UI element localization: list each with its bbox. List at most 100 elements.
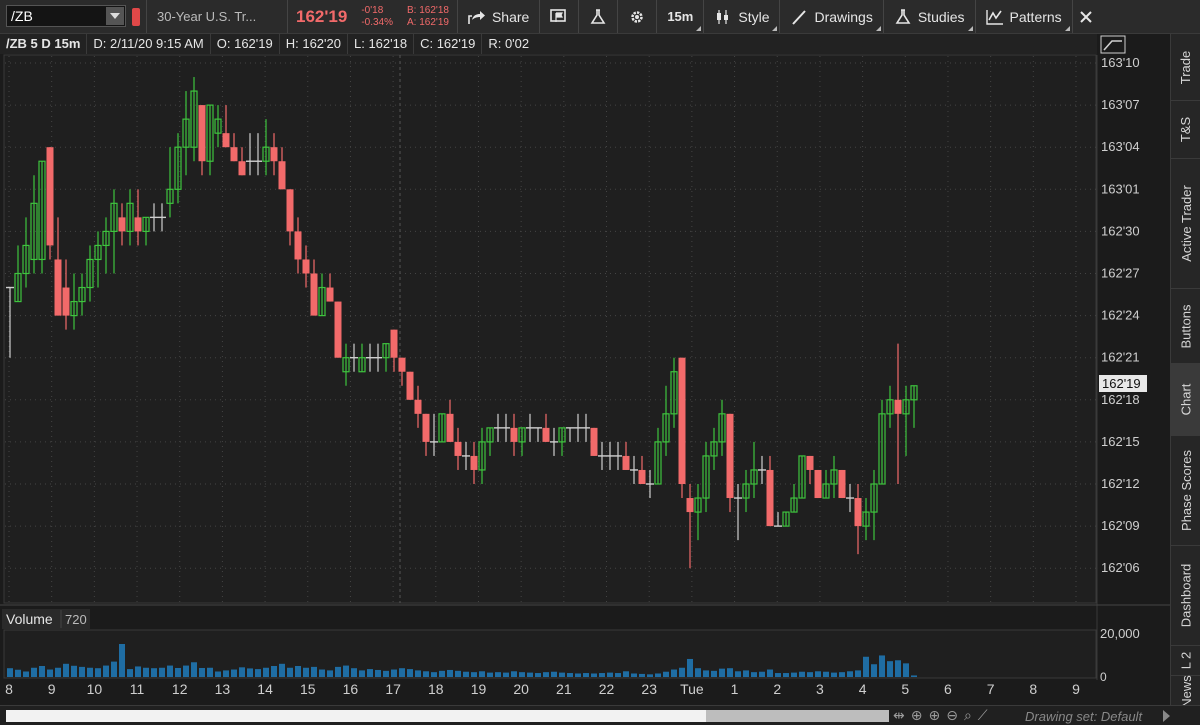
volume-bar [263,667,269,677]
candle-body [470,455,478,470]
time-tick-label: 9 [48,681,56,697]
candle-body [326,287,334,302]
volume-bar [239,667,245,677]
tab-level-2[interactable]: L 2 [1171,646,1200,676]
volume-bar [735,671,741,677]
zoom-out-icon[interactable]: ⊖ [946,707,958,724]
candle-body [222,133,230,148]
volume-bar [815,671,821,677]
drawing-tool-icon[interactable]: ⟋ [978,707,988,724]
zoom-in-icon[interactable]: ⊕ [928,707,940,724]
volume-bar [359,670,365,677]
candle-body [454,441,462,456]
volume-bar [111,661,117,677]
tab-time-and-sales[interactable]: T&S [1171,101,1200,159]
zoom-area-icon[interactable]: ⌕ [964,707,972,724]
volume-bar [47,669,53,677]
volume-bar [519,672,525,677]
volume-label: Volume [6,611,53,627]
volume-bar [911,675,917,677]
volume-bar [127,669,133,677]
scroll-right-icon[interactable] [1163,710,1170,722]
volume-bar [575,673,581,677]
volume-bar [719,668,725,677]
time-tick-label: 4 [859,681,867,697]
volume-bar [39,666,45,677]
volume-bar [655,673,661,677]
tab-chart[interactable]: Chart [1171,364,1200,436]
time-tick-label: 10 [87,681,103,697]
tab-active-trader-label: Active Trader [1178,185,1194,262]
volume-bar [63,663,69,677]
volume-header: Volume 720 [2,609,90,629]
volume-bar [831,672,837,677]
volume-bar [143,667,149,677]
time-tick-label: 1 [731,681,739,697]
candle-body [310,273,318,316]
tab-trade[interactable]: Trade [1171,34,1200,101]
time-tick-label: 5 [901,681,909,697]
volume-bar [511,671,517,677]
candle-body [294,231,302,260]
price-tick-label: 162'21 [1101,350,1140,365]
price-tick-label: 162'30 [1101,223,1140,238]
volume-bar [743,670,749,677]
volume-bar [727,668,733,677]
volume-bar [423,671,429,677]
candle-body [278,161,286,190]
volume-axis-max: 20,000 [1100,626,1140,641]
candle-body [686,498,694,513]
tab-dashboard[interactable]: Dashboard [1171,546,1200,646]
zoom-controls: ⇹ ⊕ ⊕ ⊖ ⌕ ⟋ [893,707,988,724]
tab-active-trader[interactable]: Active Trader [1171,159,1200,289]
scrollbar-track[interactable] [6,710,889,722]
scrollbar-thumb[interactable] [706,710,889,722]
pan-icon[interactable]: ⇹ [893,707,905,724]
candle-body [894,399,902,414]
volume-bar [15,669,21,677]
volume-bar [223,670,229,677]
tab-phase-scores-label: Phase Scores [1178,450,1194,531]
candle-body [510,427,518,442]
volume-bar [55,667,61,677]
time-tick-label: 23 [641,681,657,697]
tab-trade-label: Trade [1178,50,1194,84]
volume-bar [567,673,573,677]
volume-bar [463,671,469,677]
tab-phase-scores[interactable]: Phase Scores [1171,436,1200,546]
volume-bar [639,673,645,677]
tab-news[interactable]: News [1171,675,1200,708]
volume-bar [207,667,213,677]
volume-bar [103,665,109,677]
tab-buttons[interactable]: Buttons [1171,289,1200,364]
drawing-set-label[interactable]: Drawing set: Default [1025,709,1142,724]
volume-bar [895,660,901,677]
volume-bar [847,671,853,677]
volume-bar [479,671,485,677]
candle-body [542,427,550,442]
candle-body [406,371,414,400]
volume-bar [679,667,685,677]
volume-bar [695,668,701,677]
candle-body [622,455,630,470]
time-tick-label: 6 [944,681,952,697]
volume-bar [631,673,637,677]
time-tick-label: 18 [428,681,444,697]
volume-bar [703,670,709,677]
chart-settings-icon[interactable] [1100,35,1126,54]
volume-bar [807,672,813,677]
volume-bar [879,655,885,677]
time-tick-label: 8 [1029,681,1037,697]
volume-bar [7,668,13,677]
crosshair-icon[interactable]: ⊕ [911,707,923,724]
volume-bar [759,671,765,677]
volume-bar [855,670,861,677]
volume-bar [887,661,893,677]
time-tick-label: 19 [471,681,487,697]
volume-bar [607,672,613,677]
time-tick-label: Tue [680,681,704,697]
volume-bar [551,671,557,677]
price-pane[interactable] [3,54,1097,604]
volume-bar [231,669,237,677]
price-chart[interactable]: 163'10 163'07 163'04 163'01 162'30 162'27 162'… [0,0,1170,705]
